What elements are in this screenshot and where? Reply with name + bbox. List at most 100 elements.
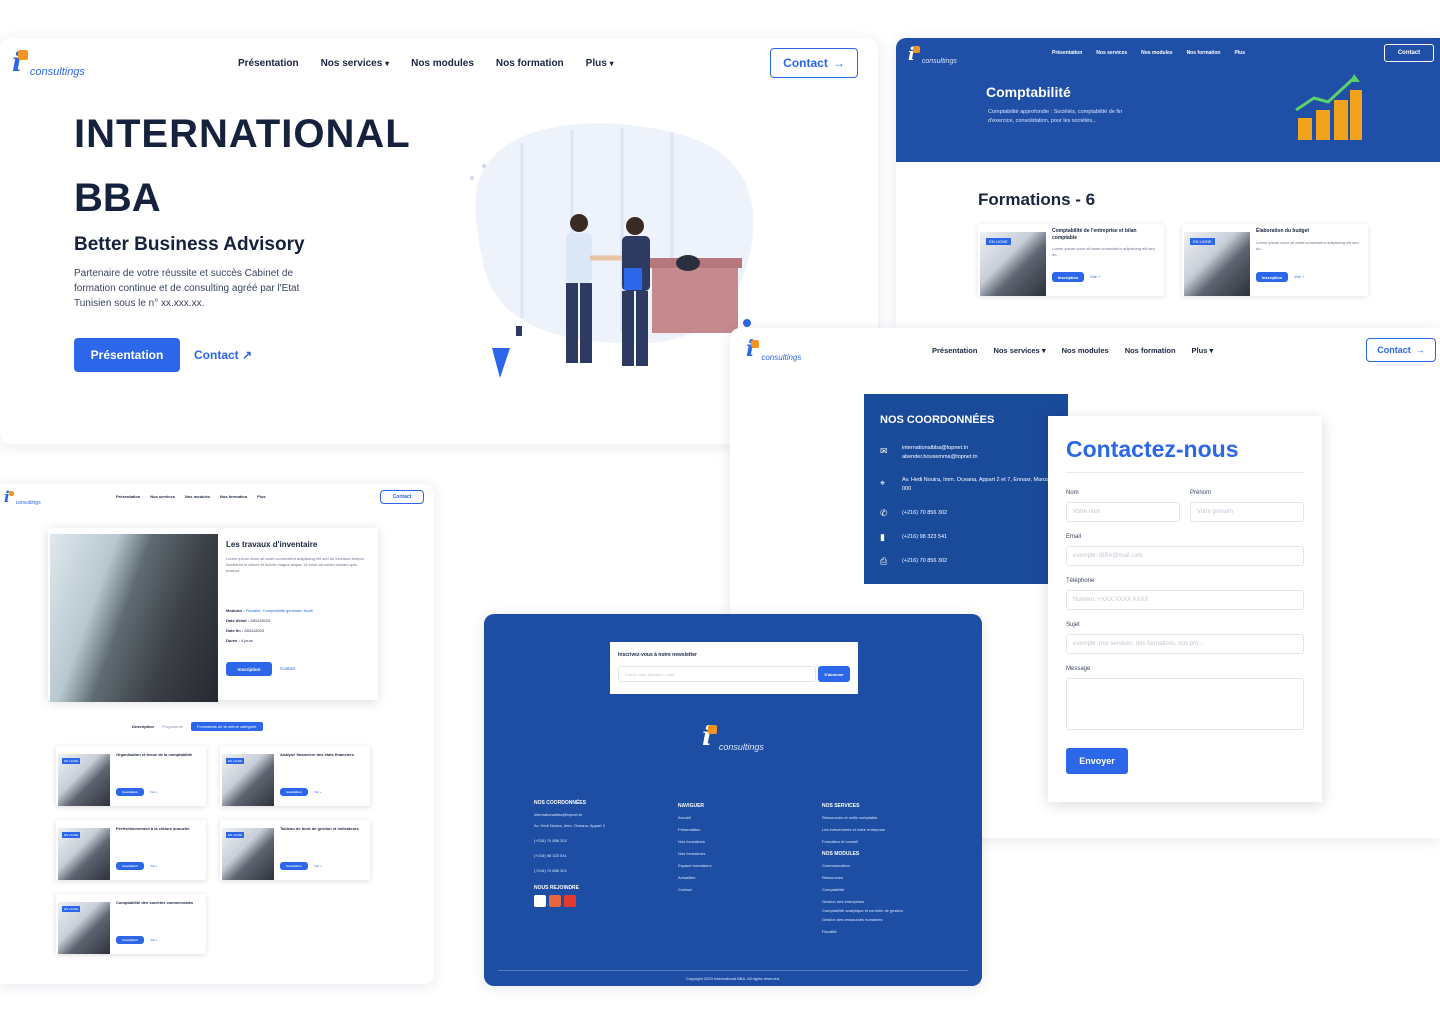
nav-item-plus-label: Plus	[585, 58, 607, 69]
coordinates-panel: NOS COORDONNÉES ✉ internationalbba@topne…	[864, 394, 1068, 584]
voir-plus-link[interactable]: Voir +	[314, 790, 322, 794]
formation-badge: EN LIGNE	[986, 238, 1011, 245]
footer-link[interactable]: Accueil	[678, 812, 778, 824]
inscription-button[interactable]: Inscription	[280, 862, 308, 870]
email-input[interactable]: exemple: iBBA@mail.com	[1066, 546, 1304, 566]
footer-link[interactable]: Ressources	[822, 872, 932, 884]
subscribe-button[interactable]: S'abonner	[818, 666, 850, 682]
footer-link[interactable]: Gestion des entreprises	[822, 896, 932, 908]
nav-item-plus[interactable]: Plus ▾	[1192, 346, 1214, 355]
brand-logo[interactable]: i consultings	[4, 488, 41, 506]
contact-button-label: Contact	[1377, 345, 1411, 355]
contact-button[interactable]: Contact	[380, 490, 424, 504]
contact-link[interactable]: Contact	[280, 666, 296, 671]
tab-programme[interactable]: Programme	[162, 724, 183, 729]
nav-item-services[interactable]: Nos services	[150, 494, 175, 499]
youtube-icon[interactable]	[564, 895, 576, 907]
fax-icon: ⎙	[880, 556, 888, 566]
inscription-button[interactable]: Inscription	[280, 788, 308, 796]
category-title: Comptabilité	[986, 84, 1071, 100]
inscription-button[interactable]: Inscription	[226, 662, 272, 676]
contact-button[interactable]: Contact →	[770, 48, 858, 78]
nav-item-formation[interactable]: Nos formation	[220, 494, 247, 499]
logo-tagline: consultings	[921, 58, 957, 65]
footer-link[interactable]: Fiscalité	[822, 926, 932, 938]
inscription-button[interactable]: Inscription	[116, 936, 144, 944]
nav-item-services[interactable]: Nos services ▾	[321, 58, 390, 69]
footer-link[interactable]: Comptabilité	[822, 884, 932, 896]
footer-link[interactable]: Contact	[678, 884, 778, 896]
contact-button[interactable]: Contact →	[1366, 338, 1436, 362]
nav-item-services[interactable]: Nos services ▾	[993, 346, 1045, 355]
nav-item-presentation[interactable]: Présentation	[932, 346, 977, 355]
formation-badge: EN LIGNE	[62, 906, 81, 912]
brand-logo[interactable]: i consultings	[12, 48, 85, 78]
nav-item-formation[interactable]: Nos formation	[496, 58, 564, 69]
inscription-button[interactable]: Inscription	[116, 862, 144, 870]
contact-button[interactable]: Contact	[1384, 44, 1434, 62]
tab-meme-categorie[interactable]: Formations de la même catégorie	[190, 722, 263, 731]
nav-item-presentation[interactable]: Présentation	[1052, 50, 1082, 56]
footer-link[interactable]: Présentation	[678, 824, 778, 836]
formation-card[interactable]: EN LIGNE Élaboration du budget Lorem ips…	[1182, 224, 1368, 296]
voir-plus-link[interactable]: Voir +	[150, 938, 158, 942]
logo-square-icon	[912, 46, 920, 53]
nav-item-plus[interactable]: Plus	[1234, 50, 1245, 56]
main-nav: Présentation Nos services Nos modules No…	[116, 494, 266, 499]
footer-link[interactable]: Les évènements et notre entreprise	[822, 824, 932, 836]
footer-link[interactable]: Gestion des ressources humaines	[822, 914, 932, 926]
footer-link[interactable]: Ressources et veille comptable	[822, 812, 932, 824]
brand-logo[interactable]: i consultings	[746, 336, 801, 362]
footer-link[interactable]: Communication	[822, 860, 932, 872]
related-formation-card[interactable]: EN LIGNE Comptabilité des sociétés comme…	[56, 894, 206, 954]
nav-item-formation[interactable]: Nos formation	[1125, 346, 1176, 355]
brand-logo[interactable]: i consultings	[908, 44, 957, 65]
sujet-input[interactable]: exemple: nos services, nos formations, n…	[1066, 634, 1304, 654]
inscription-button[interactable]: Inscription	[1256, 272, 1288, 282]
voir-plus-link[interactable]: Voir +	[150, 864, 158, 868]
nom-input[interactable]: Votre nom	[1066, 502, 1180, 522]
nav-item-plus[interactable]: Plus	[257, 494, 265, 499]
nav-item-presentation[interactable]: Présentation	[238, 58, 299, 69]
voir-plus-link[interactable]: Voir +	[150, 790, 158, 794]
footer-link[interactable]: Nos formations	[678, 836, 778, 848]
footer-social-title: NOUS REJOINDRE	[534, 885, 580, 891]
nav-item-services[interactable]: Nos services	[1096, 50, 1127, 56]
meta-date-debut-value: 28/11/2023	[250, 618, 270, 623]
footer-col-title: NOS COORDONNÉES	[534, 800, 586, 806]
inscription-button[interactable]: Inscription	[116, 788, 144, 796]
nav-item-modules[interactable]: Nos modules	[411, 58, 474, 69]
tab-description[interactable]: Description	[132, 724, 154, 729]
voir-plus-link[interactable]: Voir +	[1090, 274, 1100, 279]
instagram-icon[interactable]	[549, 895, 561, 907]
voir-plus-link[interactable]: Voir +	[1294, 274, 1304, 279]
related-formation-card[interactable]: EN LIGNE Analyse financière des états fi…	[220, 746, 370, 806]
message-textarea[interactable]	[1066, 678, 1304, 730]
inscription-button[interactable]: Inscription	[1052, 272, 1084, 282]
nav-item-presentation[interactable]: Présentation	[116, 494, 140, 499]
submit-button[interactable]: Envoyer	[1066, 748, 1128, 774]
prenom-input[interactable]: Votre prénom	[1190, 502, 1304, 522]
related-formation-card[interactable]: EN LIGNE Perfectionnement à la clôture a…	[56, 820, 206, 880]
telephone-input[interactable]: Numéro: +XXX XXXX XXXX	[1066, 590, 1304, 610]
footer-link[interactable]: Formation et conseil	[822, 836, 932, 848]
footer-link[interactable]: Nos formateurs	[678, 848, 778, 860]
nav-item-modules[interactable]: Nos modules	[185, 494, 210, 499]
nav-item-modules[interactable]: Nos modules	[1141, 50, 1172, 56]
voir-plus-link[interactable]: Voir +	[314, 864, 322, 868]
facebook-icon[interactable]	[534, 895, 546, 907]
related-formation-card[interactable]: EN LIGNE Tableau de bord de gestion et i…	[220, 820, 370, 880]
nav-item-plus[interactable]: Plus ▾	[586, 58, 614, 69]
hero-contact-link[interactable]: Contact ↗	[194, 348, 252, 362]
nav-item-formation[interactable]: Nos formation	[1187, 50, 1221, 56]
logo-tagline: consultings	[29, 66, 85, 78]
newsletter-title: Inscrivez-vous à notre newsletter	[618, 652, 697, 658]
footer-phone-2: (+216) 98 323 541	[534, 853, 567, 858]
formation-card[interactable]: EN LIGNE Comptabilité de l'entreprise et…	[978, 224, 1164, 296]
newsletter-email-input[interactable]: Entrez votre adresse e-mail	[618, 666, 816, 682]
footer-link[interactable]: Actualités	[678, 872, 778, 884]
footer-link[interactable]: Espace formateurs	[678, 860, 778, 872]
nav-item-modules[interactable]: Nos modules	[1062, 346, 1109, 355]
related-formation-card[interactable]: EN LIGNE Organisation et tenue de la com…	[56, 746, 206, 806]
presentation-button[interactable]: Présentation	[74, 338, 180, 372]
